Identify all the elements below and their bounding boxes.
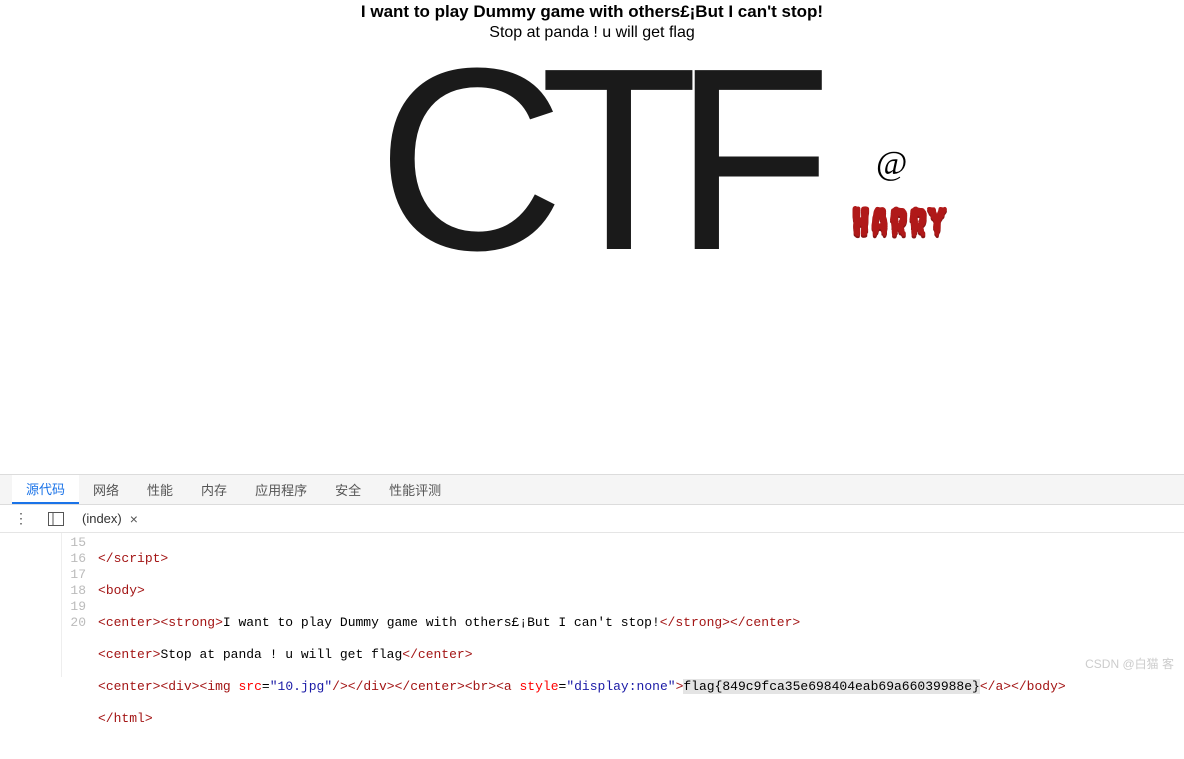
line-number: 16 bbox=[62, 551, 86, 567]
ctf-text: CTF bbox=[377, 15, 807, 305]
sidebar-toggle-icon[interactable] bbox=[44, 512, 68, 526]
code-line: <center>Stop at panda ! u will get flag<… bbox=[98, 647, 1184, 663]
code-editor[interactable]: 15 16 17 18 19 20 </script> <body> <cent… bbox=[0, 533, 1184, 677]
close-tab-icon[interactable]: × bbox=[130, 511, 138, 527]
tab-network[interactable]: 网络 bbox=[79, 475, 133, 504]
more-menu-icon[interactable]: ⋮ bbox=[6, 510, 36, 527]
file-tab-index[interactable]: (index) × bbox=[76, 509, 144, 529]
at-symbol: @ bbox=[876, 145, 907, 183]
line-number: 17 bbox=[62, 567, 86, 583]
code-line: <center><strong>I want to play Dummy gam… bbox=[98, 615, 1184, 631]
image-area: CTF @ Harry bbox=[0, 50, 1184, 450]
line-number: 18 bbox=[62, 583, 86, 599]
line-number: 19 bbox=[62, 599, 86, 615]
code-line: </html> bbox=[98, 711, 1184, 727]
gutter-margin bbox=[0, 533, 62, 677]
line-number: 15 bbox=[62, 535, 86, 551]
rendered-page: I want to play Dummy game with others£¡B… bbox=[0, 0, 1184, 474]
devtools-tab-bar: 源代码 网络 性能 内存 应用程序 安全 性能评测 bbox=[0, 475, 1184, 505]
code-line: <center><div><img src="10.jpg"/></div></… bbox=[98, 679, 1184, 695]
devtools-panel: 源代码 网络 性能 内存 应用程序 安全 性能评测 ⋮ (index) × 15… bbox=[0, 474, 1184, 676]
code-line: </script> bbox=[98, 551, 1184, 567]
tab-application[interactable]: 应用程序 bbox=[241, 475, 321, 504]
tab-security[interactable]: 安全 bbox=[321, 475, 375, 504]
code-line: <body> bbox=[98, 583, 1184, 599]
tab-memory[interactable]: 内存 bbox=[187, 475, 241, 504]
harry-text: Harry bbox=[852, 200, 947, 244]
tab-performance[interactable]: 性能 bbox=[133, 475, 187, 504]
tab-perf-test[interactable]: 性能评测 bbox=[375, 475, 455, 504]
code-content[interactable]: </script> <body> <center><strong>I want … bbox=[92, 533, 1184, 677]
line-number: 20 bbox=[62, 615, 86, 631]
line-numbers: 15 16 17 18 19 20 bbox=[62, 533, 92, 677]
ctf-logo: CTF @ Harry bbox=[377, 50, 807, 271]
tab-sources[interactable]: 源代码 bbox=[12, 475, 79, 504]
devtools-toolbar: ⋮ (index) × bbox=[0, 505, 1184, 533]
file-tab-label: (index) bbox=[82, 511, 122, 526]
